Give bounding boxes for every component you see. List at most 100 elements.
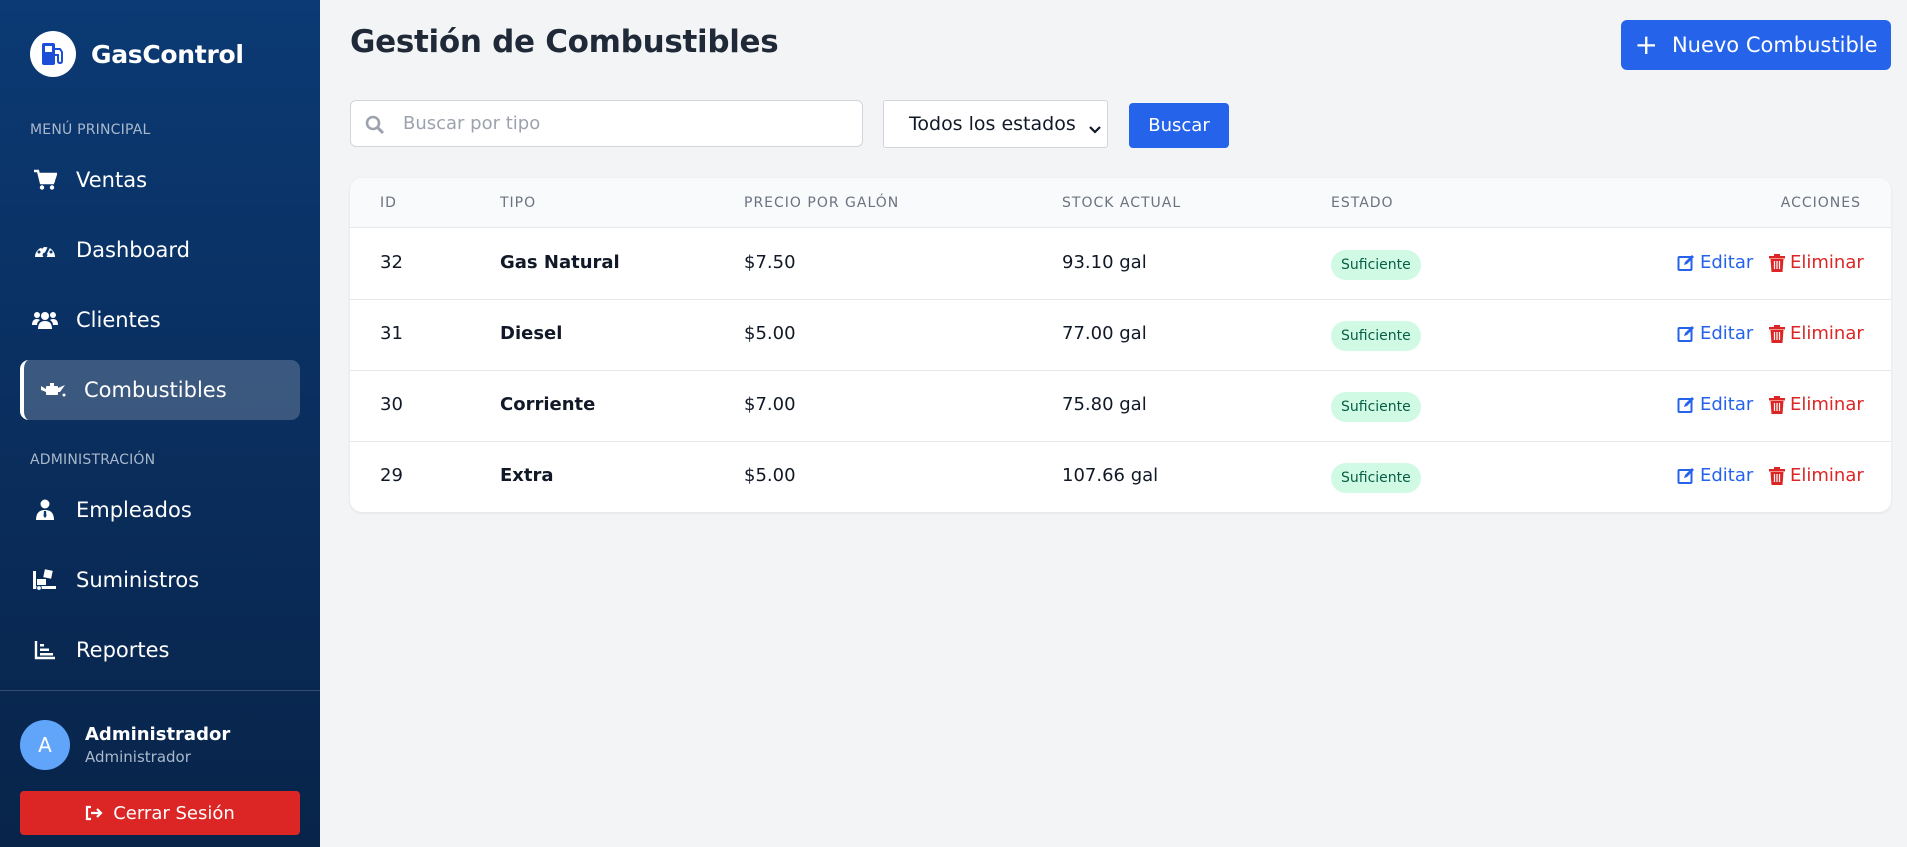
gauge-icon xyxy=(32,237,58,263)
cell-stock: 107.66 gal xyxy=(1062,465,1159,486)
chevron-down-icon xyxy=(1089,118,1101,140)
cell-id: 30 xyxy=(380,394,403,415)
sidebar-item-label: Dashboard xyxy=(76,238,190,262)
logout-button[interactable]: Cerrar Sesión xyxy=(20,791,300,835)
cell-stock: 77.00 gal xyxy=(1062,323,1147,344)
sidebar-item-label: Ventas xyxy=(76,168,148,192)
sidebar-divider xyxy=(0,690,320,691)
delete-label: Eliminar xyxy=(1790,252,1864,273)
table-row: 32 Gas Natural $7.50 93.10 gal Suficient… xyxy=(350,229,1891,300)
table-row: 31 Diesel $5.00 77.00 gal Suficiente Edi… xyxy=(350,300,1891,371)
column-header-stock: STOCK ACTUAL xyxy=(1062,195,1182,211)
status-badge: Suficiente xyxy=(1331,250,1421,280)
search-box xyxy=(350,100,863,147)
cell-precio: $5.00 xyxy=(744,465,796,486)
cell-precio: $5.00 xyxy=(744,323,796,344)
column-header-estado: ESTADO xyxy=(1331,195,1394,211)
column-header-acciones: ACCIONES xyxy=(1780,195,1861,211)
cell-tipo: Extra xyxy=(500,465,554,486)
search-icon xyxy=(365,115,385,139)
trash-icon xyxy=(1769,466,1785,485)
edit-button[interactable]: Editar xyxy=(1677,252,1753,273)
sidebar: GasControl MENÚ PRINCIPAL Ventas Dashboa… xyxy=(0,0,320,847)
new-fuel-button[interactable]: + Nuevo Combustible xyxy=(1621,20,1891,70)
sidebar-item-clientes[interactable]: Clientes xyxy=(20,290,300,350)
edit-label: Editar xyxy=(1700,465,1754,486)
cell-tipo: Diesel xyxy=(500,323,563,344)
delete-label: Eliminar xyxy=(1790,465,1864,486)
plus-icon: + xyxy=(1634,28,1658,61)
logout-label: Cerrar Sesión xyxy=(113,802,235,824)
sidebar-item-label: Reportes xyxy=(76,638,170,662)
status-badge: Suficiente xyxy=(1331,392,1421,422)
sidebar-item-label: Suministros xyxy=(76,568,200,592)
delete-button[interactable]: Eliminar xyxy=(1769,394,1864,415)
brand-name: GasControl xyxy=(91,39,244,69)
cart-icon xyxy=(32,167,58,193)
edit-label: Editar xyxy=(1700,394,1754,415)
cell-id: 29 xyxy=(380,465,403,486)
delete-button[interactable]: Eliminar xyxy=(1769,323,1864,344)
gas-pump-icon xyxy=(30,31,76,77)
sidebar-item-label: Empleados xyxy=(76,498,192,522)
cell-id: 31 xyxy=(380,323,403,344)
sidebar-item-label: Combustibles xyxy=(84,378,227,402)
sidebar-item-ventas[interactable]: Ventas xyxy=(20,150,300,210)
delete-label: Eliminar xyxy=(1790,323,1864,344)
trash-icon xyxy=(1769,395,1785,414)
new-fuel-label: Nuevo Combustible xyxy=(1671,33,1878,57)
page-title: Gestión de Combustibles xyxy=(350,24,779,60)
edit-label: Editar xyxy=(1700,323,1754,344)
trash-icon xyxy=(1769,253,1785,272)
cell-tipo: Corriente xyxy=(500,394,596,415)
sidebar-item-dashboard[interactable]: Dashboard xyxy=(20,220,300,280)
user-profile[interactable]: A Administrador Administrador xyxy=(20,720,230,770)
user-name: Administrador xyxy=(85,724,231,745)
status-badge: Suficiente xyxy=(1331,463,1421,493)
delete-label: Eliminar xyxy=(1790,394,1864,415)
oil-can-icon xyxy=(40,377,66,403)
truck-loading-icon xyxy=(32,567,58,593)
cell-tipo: Gas Natural xyxy=(500,252,620,273)
sidebar-item-suministros[interactable]: Suministros xyxy=(20,550,300,610)
delete-button[interactable]: Eliminar xyxy=(1769,252,1864,273)
status-badge: Suficiente xyxy=(1331,321,1421,351)
user-tie-icon xyxy=(32,497,58,523)
edit-button[interactable]: Editar xyxy=(1677,323,1753,344)
cell-id: 32 xyxy=(380,252,403,273)
delete-button[interactable]: Eliminar xyxy=(1769,465,1864,486)
sidebar-item-empleados[interactable]: Empleados xyxy=(20,480,300,540)
edit-icon xyxy=(1677,254,1695,272)
fuels-table: ID TIPO PRECIO POR GALÓN STOCK ACTUAL ES… xyxy=(350,178,1891,512)
search-button[interactable]: Buscar xyxy=(1129,103,1229,148)
edit-icon xyxy=(1677,396,1695,414)
column-header-tipo: TIPO xyxy=(500,195,537,211)
edit-button[interactable]: Editar xyxy=(1677,394,1753,415)
users-icon xyxy=(32,307,58,333)
sidebar-item-label: Clientes xyxy=(76,308,161,332)
sign-out-icon xyxy=(85,805,103,821)
edit-button[interactable]: Editar xyxy=(1677,465,1753,486)
status-select-value: Todos los estados xyxy=(909,113,1076,135)
section-label-main: MENÚ PRINCIPAL xyxy=(30,122,151,138)
cell-stock: 75.80 gal xyxy=(1062,394,1147,415)
edit-icon xyxy=(1677,325,1695,343)
search-input[interactable] xyxy=(401,101,851,146)
sidebar-item-reportes[interactable]: Reportes xyxy=(20,620,300,680)
cell-precio: $7.00 xyxy=(744,394,796,415)
cell-stock: 93.10 gal xyxy=(1062,252,1147,273)
column-header-id: ID xyxy=(380,195,397,211)
brand[interactable]: GasControl xyxy=(30,31,244,77)
table-row: 29 Extra $5.00 107.66 gal Suficiente Edi… xyxy=(350,442,1891,512)
table-header: ID TIPO PRECIO POR GALÓN STOCK ACTUAL ES… xyxy=(350,178,1891,228)
avatar: A xyxy=(20,720,70,770)
edit-icon xyxy=(1677,467,1695,485)
table-row: 30 Corriente $7.00 75.80 gal Suficiente … xyxy=(350,371,1891,442)
column-header-precio: PRECIO POR GALÓN xyxy=(744,195,900,211)
cell-precio: $7.50 xyxy=(744,252,796,273)
status-select[interactable]: Todos los estados xyxy=(883,100,1108,148)
user-role: Administrador xyxy=(85,748,191,766)
sidebar-item-combustibles[interactable]: Combustibles xyxy=(20,360,300,420)
chart-bar-icon xyxy=(32,637,58,663)
edit-label: Editar xyxy=(1700,252,1754,273)
